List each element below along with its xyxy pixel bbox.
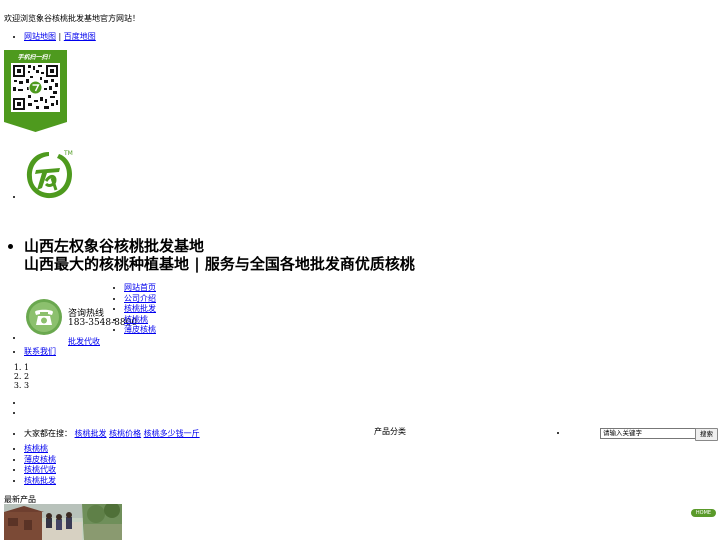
hot-term-link[interactable]: 核桃价格 [109,429,141,438]
site-heading-item: 山西左权象谷核桃批发基地 山西最大的核桃种植基地 | 服务与全国各地批发商优质核… [24,237,415,273]
nav-item-about: 公司介绍 [124,294,156,305]
nav-empty-item [24,333,27,342]
logo-trademark: TM [63,150,73,157]
baidu-map-link[interactable]: 百度地图 [64,32,96,41]
slider-number[interactable]: 3 [24,381,29,390]
slider-dot[interactable] [24,398,27,408]
category-link[interactable]: 核桃桃 [24,444,48,453]
search-list-item [568,428,571,437]
nav-link-contact[interactable]: 联系我们 [24,347,56,356]
nav-empty-list [14,333,27,342]
hot-term-link[interactable]: 核桃多少钱一斤 [144,429,200,438]
category-item: 核桃代收 [24,465,56,476]
site-heading: 山西左权象谷核桃批发基地 山西最大的核桃种植基地 | 服务与全国各地批发商优质核… [14,237,415,273]
home-button[interactable]: HOME [691,509,716,517]
category-title: 产品分类 [374,427,406,436]
site-heading-list: 山西左权象谷核桃批发基地 山西最大的核桃种植基地 | 服务与全国各地批发商优质核… [14,237,415,273]
qr-code-badge: 手机扫一扫！ [4,50,67,132]
qr-caption: 手机扫一扫！ [17,53,53,61]
welcome-text: 欢迎浏览象谷核桃批发基地官方网站！ [4,14,140,23]
category-list: 核桃桃 薄皮核桃 核桃代收 核桃批发 [14,444,56,486]
nav-link-thin-shell[interactable]: 薄皮核桃 [124,325,156,334]
link-separator: | [58,32,62,41]
slider-number[interactable]: 1 [24,363,29,372]
hot-search-item: 大家都在搜： 核桃批发 核桃价格 核桃多少钱一斤 [24,428,200,439]
slider-dot[interactable] [24,408,27,418]
category-link[interactable]: 核桃代收 [24,465,56,474]
sitemap-link[interactable]: 网站地图 [24,32,56,41]
slider-number[interactable]: 2 [24,372,29,381]
main-nav: 网站首页 公司介绍 核桃批发 核桃桃 薄皮核桃 [118,283,156,336]
nav-item-home: 网站首页 [124,283,156,294]
nav-link-about[interactable]: 公司介绍 [124,294,156,303]
top-links-item: 网站地图 | 百度地图 [24,31,96,42]
phone-icon [25,298,63,336]
hot-search: 大家都在搜： 核桃批发 核桃价格 核桃多少钱一斤 [14,428,200,439]
product-photo[interactable] [4,504,122,540]
hot-term-link[interactable]: 核桃批发 [75,429,107,438]
brand-logo[interactable]: TM [22,148,76,202]
category-link[interactable]: 核桃批发 [24,476,56,485]
site-slogan: 山西最大的核桃种植基地 | 服务与全国各地批发商优质核桃 [24,255,415,273]
hot-search-label: 大家都在搜： [24,429,72,438]
contact-item: 联系我们 [24,346,56,357]
nav-item-walnut: 核桃桃 [124,315,156,326]
nav-link-home[interactable]: 网站首页 [124,283,156,292]
slider-dots [14,398,27,417]
nav-item-wholesale: 核桃批发 [124,304,156,315]
category-item: 核桃批发 [24,476,56,487]
category-item: 核桃桃 [24,444,56,455]
search-input[interactable]: 请输入关键字 [600,428,698,439]
contact-list: 联系我们 [14,346,56,357]
category-item: 薄皮核桃 [24,455,56,466]
top-links: 网站地图 | 百度地图 [14,31,96,42]
search-list [558,428,571,437]
nav-link-walnut[interactable]: 核桃桃 [124,315,148,324]
category-link[interactable]: 薄皮核桃 [24,455,56,464]
nav-link-agent[interactable]: 批发代收 [68,336,100,347]
site-title: 山西左权象谷核桃批发基地 [24,237,205,255]
search-button[interactable]: 搜索 [695,428,718,441]
nav-item-thin-shell: 薄皮核桃 [124,325,156,336]
slider-numbers: 1 2 3 [16,363,29,390]
nav-link-wholesale[interactable]: 核桃批发 [124,304,156,313]
